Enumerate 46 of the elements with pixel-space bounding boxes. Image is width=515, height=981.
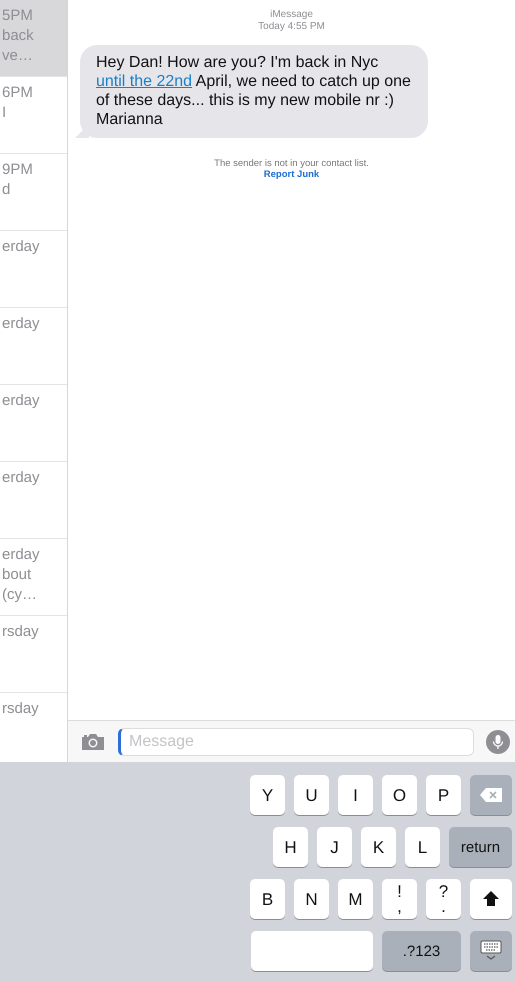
- key[interactable]: H: [273, 827, 308, 867]
- key[interactable]: ! ,: [382, 879, 417, 919]
- shift-key[interactable]: [470, 879, 512, 919]
- conversation-text: back: [2, 26, 34, 45]
- key[interactable]: B: [250, 879, 285, 919]
- conversation-text: rsday: [2, 699, 39, 718]
- camera-icon[interactable]: [80, 732, 106, 752]
- key[interactable]: O: [382, 775, 417, 815]
- conversation-text: erday: [2, 237, 40, 256]
- backspace-key[interactable]: [470, 775, 512, 815]
- key[interactable]: P: [426, 775, 461, 815]
- conversation-text: erday: [2, 391, 40, 410]
- key[interactable]: L: [405, 827, 440, 867]
- conversation-text: erday: [2, 545, 40, 564]
- numbers-key[interactable]: .?123: [382, 931, 461, 971]
- key[interactable]: ? .: [426, 879, 461, 919]
- microphone-icon[interactable]: [486, 730, 510, 754]
- backspace-icon: [479, 787, 503, 803]
- conversation-text: rsday: [2, 622, 39, 641]
- key[interactable]: N: [294, 879, 329, 919]
- key[interactable]: Y: [250, 775, 285, 815]
- conversation-text: erday: [2, 468, 40, 487]
- key[interactable]: M: [338, 879, 373, 919]
- key[interactable]: J: [317, 827, 352, 867]
- conversation-text: 6PM: [2, 83, 33, 102]
- message-text: Hey Dan! How are you? I'm back in Nyc until the 22nd April, we need to catch up one of these days... this is my new mobile nr :) Marianna: [96, 53, 412, 129]
- message-field[interactable]: Message: [118, 728, 474, 756]
- keyboard-icon: [480, 940, 502, 962]
- shift-arrow-icon: [482, 890, 500, 908]
- key[interactable]: U: [294, 775, 329, 815]
- key[interactable]: K: [361, 827, 396, 867]
- conversation-text: (cy…: [2, 585, 37, 604]
- return-key[interactable]: return: [449, 827, 512, 867]
- message-timestamp: Today 4:55 PM: [258, 21, 325, 33]
- conversation-text: 9PM: [2, 160, 33, 179]
- conversation-text: 5PM: [2, 6, 33, 25]
- conversation-text: erday: [2, 314, 40, 333]
- service-label: iMessage: [270, 9, 313, 21]
- conversation-text: I: [2, 103, 6, 122]
- conversation-text: d: [2, 180, 10, 199]
- key[interactable]: I: [338, 775, 373, 815]
- sender-notice: The sender is not in your contact list.: [214, 158, 369, 169]
- report-junk-link[interactable]: Report Junk: [264, 169, 320, 180]
- hide-keyboard-key[interactable]: [470, 931, 512, 971]
- conversation-text: ve…: [2, 46, 33, 65]
- conversation-text: bout: [2, 565, 32, 584]
